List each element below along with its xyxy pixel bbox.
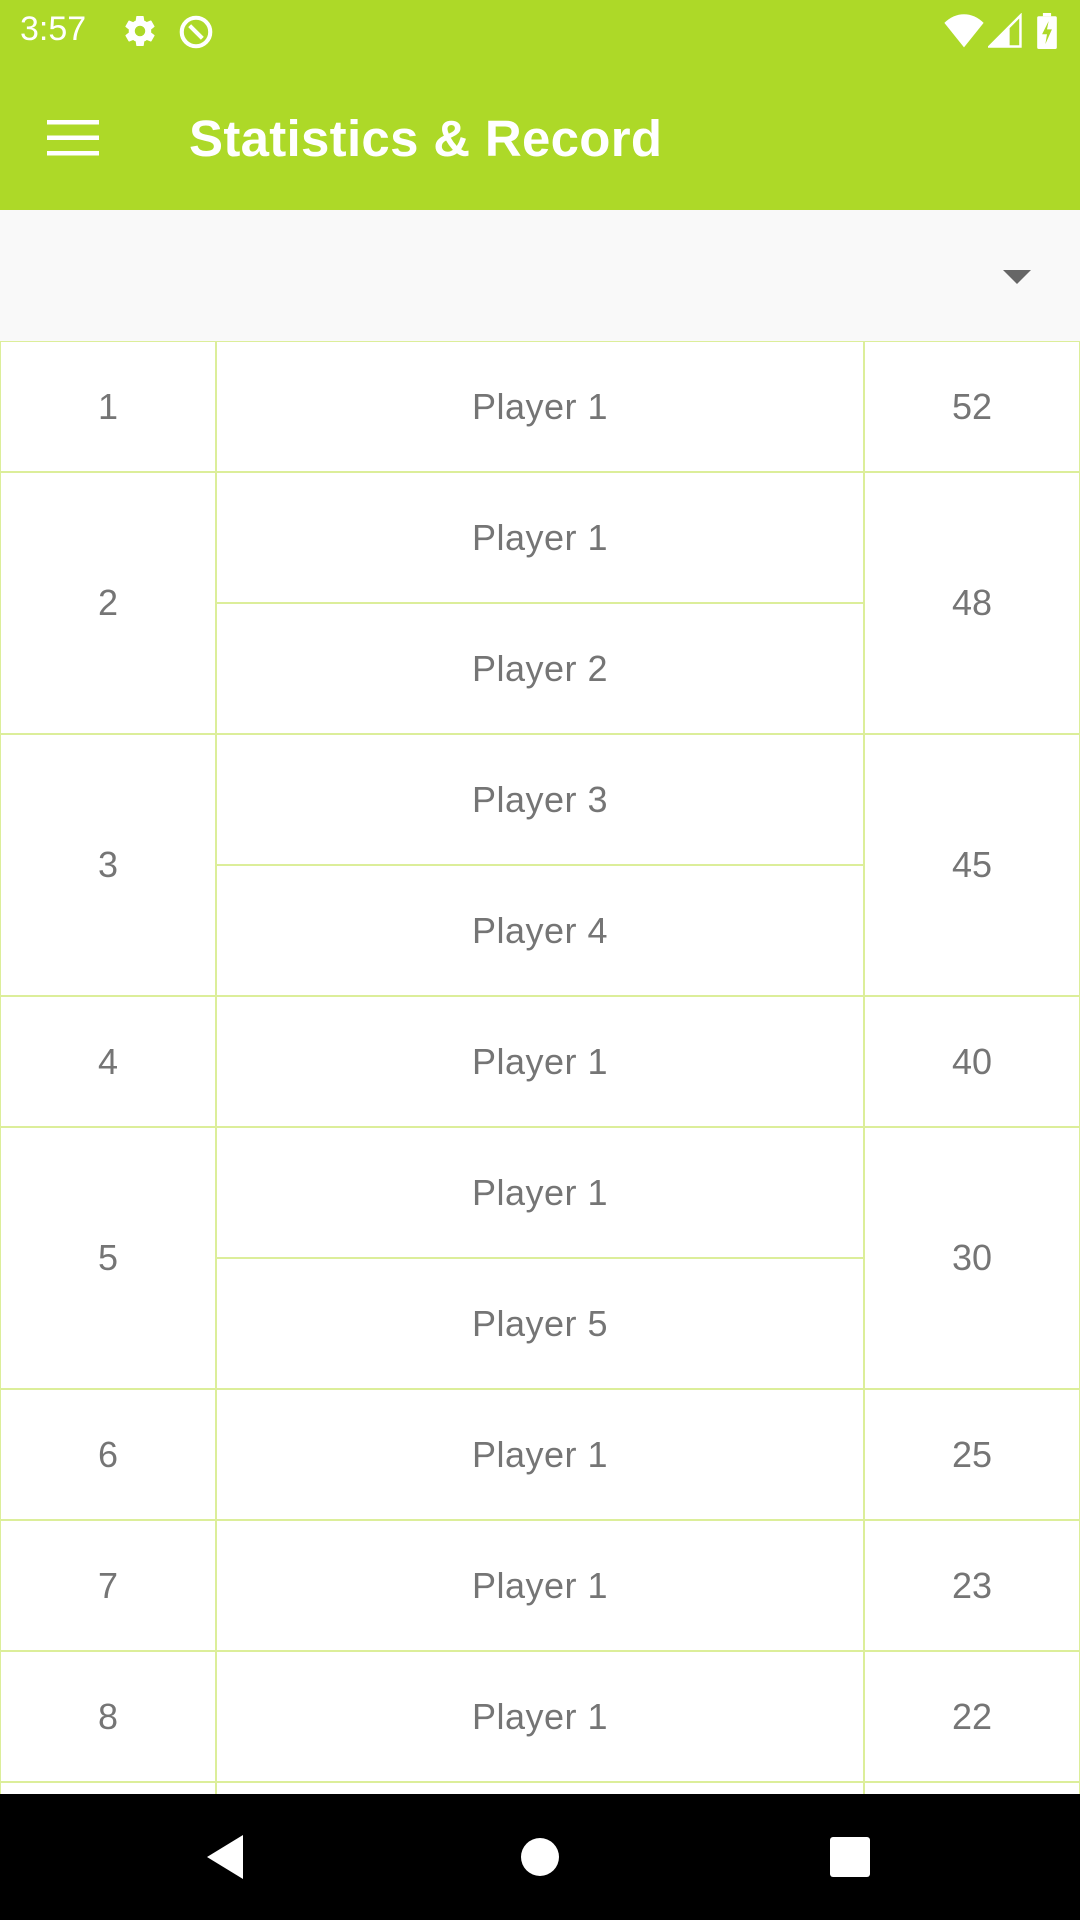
- records-table: 1 Player 1 52 2 Player 1 Player 2 48 3 Player 3P…: [0, 341, 1080, 1794]
- recents-icon[interactable]: [815, 1822, 885, 1892]
- players-cell: Player 1: [216, 341, 864, 472]
- player-name-cell: Player 1: [216, 1127, 864, 1258]
- battery-icon: [1036, 13, 1058, 54]
- rank-cell: 4: [0, 996, 216, 1127]
- player-name-cell: Player 1: [216, 341, 864, 472]
- score-cell: 23: [864, 1520, 1080, 1651]
- score-cell: [864, 1782, 1080, 1794]
- rank-cell: 5: [0, 1127, 216, 1389]
- players-cell: Player 1: [216, 996, 864, 1127]
- player-name-cell: Player 5: [216, 1258, 864, 1389]
- table-row: 7 Player 1 23: [0, 1520, 1080, 1651]
- page-title: Statistics & Record: [189, 110, 663, 167]
- app-bar: Statistics & Record: [0, 63, 1080, 210]
- players-cell: Player 1: [216, 1520, 864, 1651]
- filter-dropdown[interactable]: [0, 210, 1080, 341]
- rank-cell: [0, 1782, 216, 1794]
- players-cell: Player 1: [216, 1651, 864, 1782]
- player-name-cell: Player 2: [216, 603, 864, 734]
- rank-cell: 8: [0, 1651, 216, 1782]
- score-cell: 45: [864, 734, 1080, 996]
- rank-cell: 7: [0, 1520, 216, 1651]
- score-cell: 52: [864, 341, 1080, 472]
- score-cell: 48: [864, 472, 1080, 734]
- players-cell: Player 1 Player 5: [216, 1127, 864, 1389]
- players-cell: Player 3 Player 4: [216, 734, 864, 996]
- wifi-icon: [944, 13, 984, 54]
- home-icon[interactable]: [505, 1822, 575, 1892]
- filter-bar: [0, 210, 1080, 341]
- table-row: 6 Player 1 25: [0, 1389, 1080, 1520]
- players-cell: Player 1: [216, 1389, 864, 1520]
- status-time: 3:57: [20, 10, 87, 48]
- hamburger-menu-icon[interactable]: [38, 103, 108, 173]
- rank-cell: 3: [0, 734, 216, 996]
- player-name-cell: Player 1: [216, 1651, 864, 1782]
- rank-cell: 2: [0, 472, 216, 734]
- rank-cell: 1: [0, 341, 216, 472]
- gear-icon: [122, 13, 158, 54]
- player-name-cell: Player 1: [216, 996, 864, 1127]
- table-row: 1 Player 1 52: [0, 341, 1080, 472]
- score-cell: 30: [864, 1127, 1080, 1389]
- player-name-cell: Player 1: [216, 472, 864, 603]
- table-row: 2 Player 1 Player 2 48: [0, 472, 1080, 734]
- player-name-cell: Player 3: [216, 734, 864, 865]
- navigation-bar: [0, 1794, 1080, 1920]
- table-row: [0, 1782, 1080, 1794]
- players-cell: [216, 1782, 864, 1794]
- dropdown-arrow-icon: [1003, 270, 1031, 284]
- score-cell: 40: [864, 996, 1080, 1127]
- players-cell: Player 1 Player 2: [216, 472, 864, 734]
- back-icon[interactable]: [190, 1822, 260, 1892]
- rank-cell: 6: [0, 1389, 216, 1520]
- score-cell: 22: [864, 1651, 1080, 1782]
- player-name-cell: [216, 1782, 864, 1794]
- table-row: 8 Player 1 22: [0, 1651, 1080, 1782]
- table-row: 3 Player 3 Player 4 45: [0, 734, 1080, 996]
- table-row: 4 Player 1 40: [0, 996, 1080, 1127]
- player-name-cell: Player 1: [216, 1520, 864, 1651]
- status-bar: 3:57: [0, 0, 1080, 63]
- no-disturb-icon: [177, 13, 215, 56]
- player-name-cell: Player 1: [216, 1389, 864, 1520]
- score-cell: 25: [864, 1389, 1080, 1520]
- table-row: 5 Player 1 Player 5 30: [0, 1127, 1080, 1389]
- player-name-cell: Player 4: [216, 865, 864, 996]
- signal-icon: [986, 12, 1022, 54]
